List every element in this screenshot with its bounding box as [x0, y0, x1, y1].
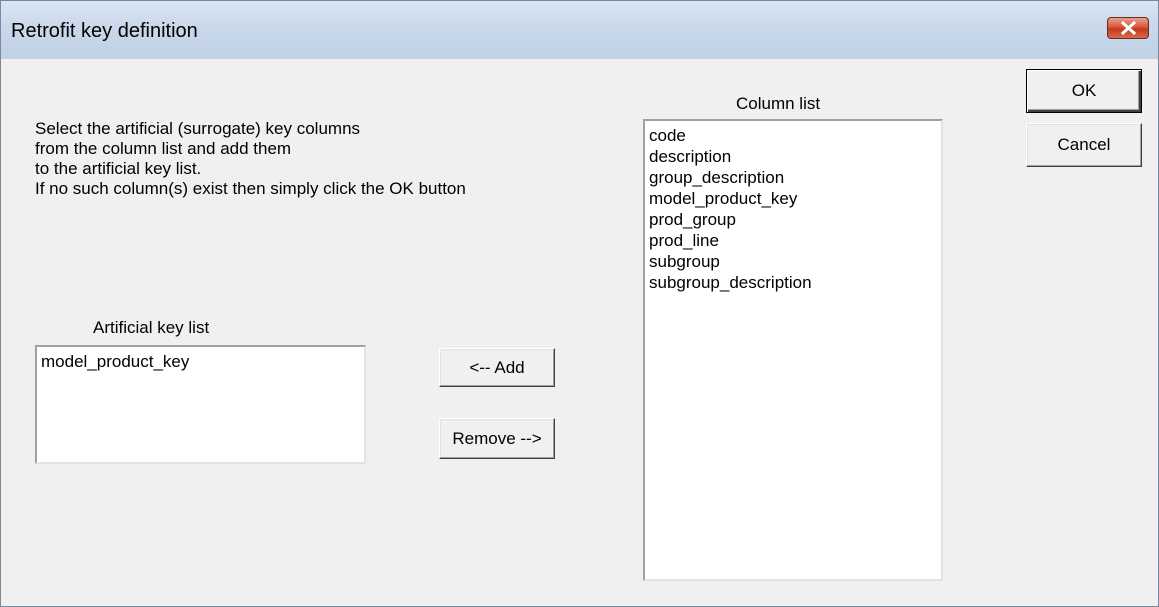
title-bar[interactable]: Retrofit key definition [1, 1, 1158, 59]
artificial-key-list-label: Artificial key list [93, 318, 210, 337]
instruction-line: from the column list and add them [35, 139, 292, 158]
column-list-label: Column list [736, 94, 821, 113]
list-item[interactable]: prod_group [649, 209, 937, 230]
list-item[interactable]: prod_line [649, 230, 937, 251]
list-item[interactable]: subgroup_description [649, 272, 937, 293]
list-item[interactable]: description [649, 146, 937, 167]
close-button[interactable] [1107, 17, 1149, 39]
list-item[interactable]: model_product_key [649, 188, 937, 209]
dialog-window: Retrofit key definition Select the artif… [0, 0, 1159, 607]
list-item[interactable]: code [649, 125, 937, 146]
cancel-button[interactable]: Cancel [1026, 123, 1142, 167]
column-listbox[interactable]: code description group_description model… [643, 119, 943, 581]
list-item[interactable]: model_product_key [41, 351, 360, 372]
instruction-line: Select the artificial (surrogate) key co… [35, 119, 361, 138]
remove-button[interactable]: Remove --> [439, 418, 555, 459]
list-item[interactable]: group_description [649, 167, 937, 188]
instructions-text: Select the artificial (surrogate) key co… [35, 119, 466, 199]
list-item[interactable]: subgroup [649, 251, 937, 272]
instruction-line: If no such column(s) exist then simply c… [35, 179, 466, 198]
ok-button[interactable]: OK [1026, 69, 1142, 113]
artificial-key-listbox[interactable]: model_product_key [35, 345, 366, 464]
close-icon [1121, 21, 1136, 35]
add-button[interactable]: <-- Add [439, 348, 555, 387]
instruction-line: to the artificial key list. [35, 159, 202, 178]
window-title: Retrofit key definition [11, 20, 198, 42]
